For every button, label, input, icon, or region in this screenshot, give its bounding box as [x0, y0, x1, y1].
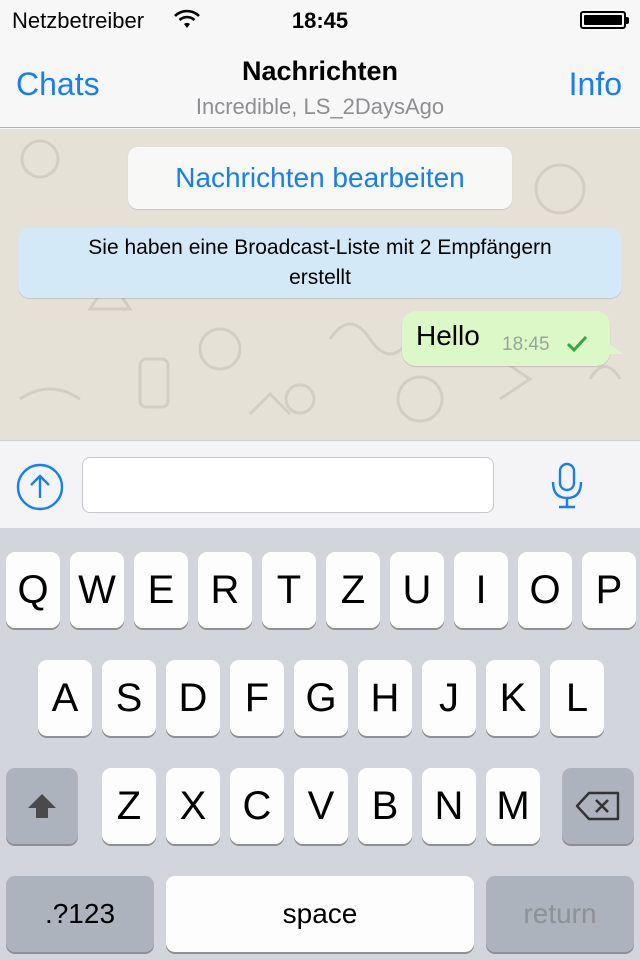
key-n[interactable]: N [422, 768, 476, 844]
space-key[interactable]: space [166, 876, 474, 952]
key-t[interactable]: T [262, 552, 316, 628]
info-button[interactable]: Info [569, 66, 622, 103]
key-g[interactable]: G [294, 660, 348, 736]
key-w[interactable]: W [70, 552, 124, 628]
numbers-key[interactable]: .?123 [6, 876, 154, 952]
key-o[interactable]: O [518, 552, 572, 628]
key-c[interactable]: C [230, 768, 284, 844]
page-subtitle: Incredible, LS_2DaysAgo [195, 94, 445, 119]
page-title: Nachrichten [241, 56, 399, 86]
key-k[interactable]: K [486, 660, 540, 736]
key-p[interactable]: P [582, 552, 636, 628]
message-time: 18:45 [502, 334, 550, 355]
key-s[interactable]: S [102, 660, 156, 736]
keyboard: Q W E R T Z U I O P A S D F G H J K L Z … [0, 528, 640, 960]
key-x[interactable]: X [166, 768, 220, 844]
navigation-bar: Chats Nachrichten Incredible, LS_2DaysAg… [0, 40, 640, 128]
chat-area[interactable]: Nachrichten bearbeiten Sie haben eine Br… [0, 129, 640, 440]
status-bar: Netzbetreiber 18:45 [0, 0, 640, 40]
key-m[interactable]: M [486, 768, 540, 844]
key-r[interactable]: R [198, 552, 252, 628]
message-text: Hello [416, 320, 480, 351]
key-j[interactable]: J [422, 660, 476, 736]
key-e[interactable]: E [134, 552, 188, 628]
checkmark-icon [566, 335, 588, 358]
key-d[interactable]: D [166, 660, 220, 736]
key-h[interactable]: H [358, 660, 412, 736]
backspace-key[interactable] [562, 768, 634, 844]
outgoing-message[interactable]: Hello 18:45 [402, 311, 624, 366]
message-input-bar [0, 440, 640, 528]
edit-messages-button[interactable]: Nachrichten bearbeiten [128, 147, 512, 209]
backspace-icon [575, 791, 620, 821]
key-a[interactable]: A [38, 660, 92, 736]
broadcast-notice-line2: erstellt [289, 266, 351, 289]
key-z[interactable]: Z [102, 768, 156, 844]
key-u[interactable]: U [390, 552, 444, 628]
key-z-row1[interactable]: Z [326, 552, 380, 628]
message-input[interactable] [82, 457, 494, 513]
key-v[interactable]: V [294, 768, 348, 844]
broadcast-notice: Sie haben eine Broadcast-Liste mit 2 Emp… [18, 228, 622, 298]
key-q[interactable]: Q [6, 552, 60, 628]
shift-arrow-icon [28, 794, 56, 818]
key-l[interactable]: L [550, 660, 604, 736]
key-b[interactable]: B [358, 768, 412, 844]
return-key[interactable]: return [486, 876, 634, 952]
shift-key[interactable] [6, 768, 78, 844]
attach-upload-icon[interactable] [16, 463, 64, 516]
battery-icon [580, 11, 629, 29]
key-i[interactable]: I [454, 552, 508, 628]
broadcast-notice-line1: Sie haben eine Broadcast-Liste mit 2 Emp… [88, 236, 552, 259]
microphone-icon[interactable] [550, 462, 584, 515]
status-time: 18:45 [291, 8, 349, 33]
key-f[interactable]: F [230, 660, 284, 736]
